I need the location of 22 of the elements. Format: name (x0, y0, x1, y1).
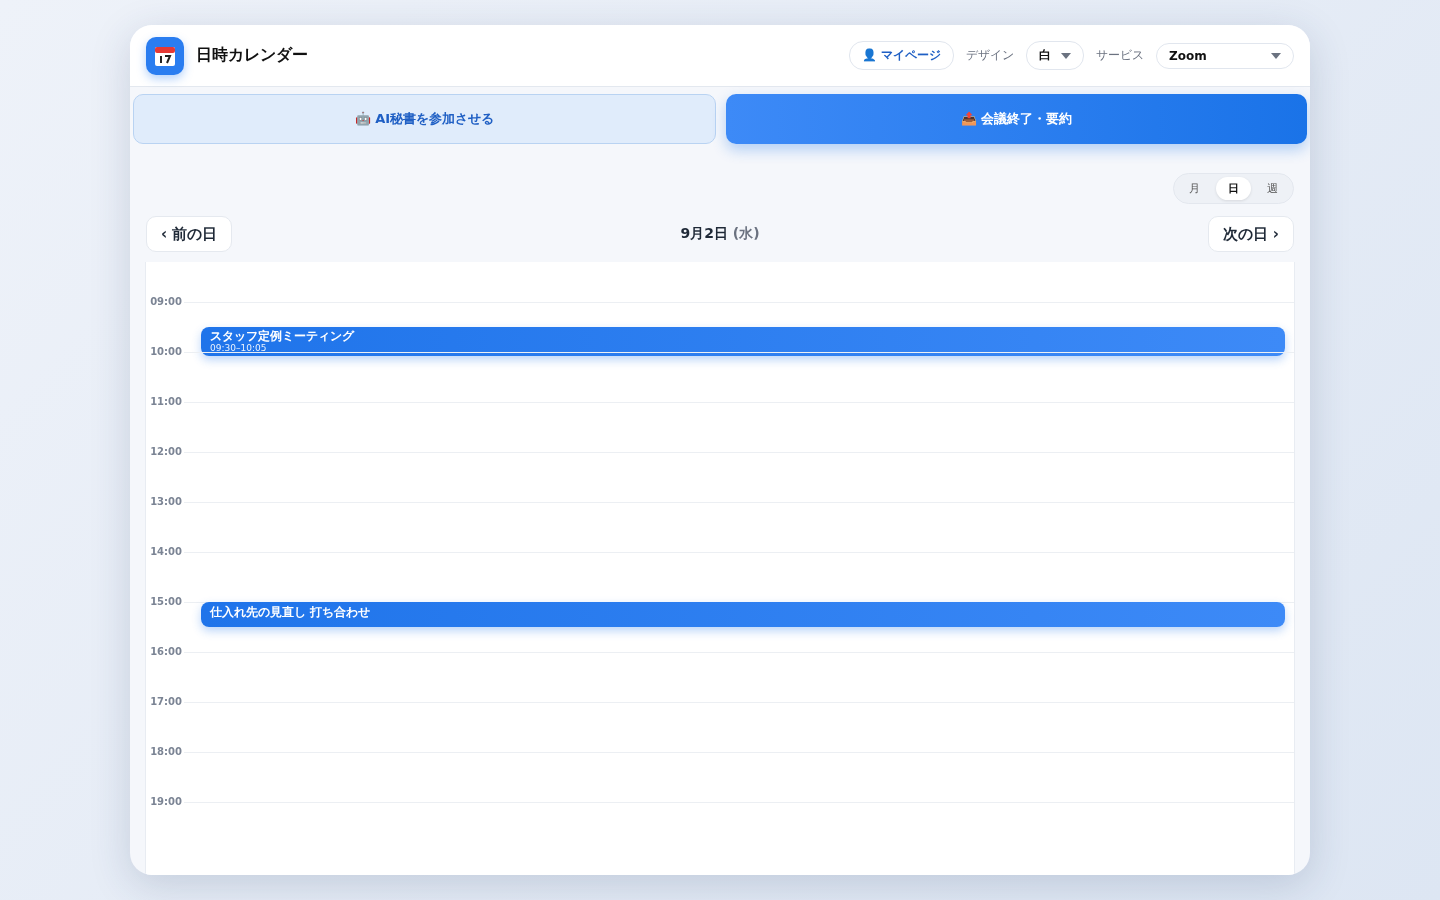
next-day-button[interactable]: 次の日 › (1207, 216, 1294, 252)
calendar-icon (146, 36, 184, 75)
design-label: デザイン (966, 47, 1014, 64)
event-time: 09:30–10:05 (210, 343, 268, 354)
event-block[interactable]: 仕入れ先の見直し 打ち合わせ (201, 602, 1285, 627)
caret-icon (1271, 52, 1281, 59)
ai-assistant-button[interactable]: 🤖 AI秘書を参加させる (133, 94, 716, 144)
mypage-button[interactable]: 👤 マイページ (848, 41, 954, 70)
end-meeting-button[interactable]: 📤 会議終了・要約 (726, 94, 1307, 144)
view-tab[interactable]: 日 (1216, 177, 1251, 200)
event-title: スタッフ定例ミーティング (210, 329, 356, 343)
caret-icon (1061, 52, 1071, 59)
event-title: 仕入れ先の見直し 打ち合わせ (210, 605, 372, 619)
current-date: 9月2日 (水) (680, 225, 760, 243)
service-dropdown[interactable]: Zoom (1156, 42, 1294, 69)
app-title: 日時カレンダー (196, 45, 309, 66)
prev-day-button[interactable]: ‹ 前の日 (146, 216, 233, 252)
design-dropdown[interactable]: 白 (1026, 41, 1084, 70)
view-tab[interactable]: 月 (1177, 177, 1212, 200)
event-block[interactable]: スタッフ定例ミーティング 09:30–10:05 (201, 327, 1285, 356)
view-tab[interactable]: 週 (1255, 177, 1290, 200)
service-label: サービス (1096, 47, 1144, 64)
